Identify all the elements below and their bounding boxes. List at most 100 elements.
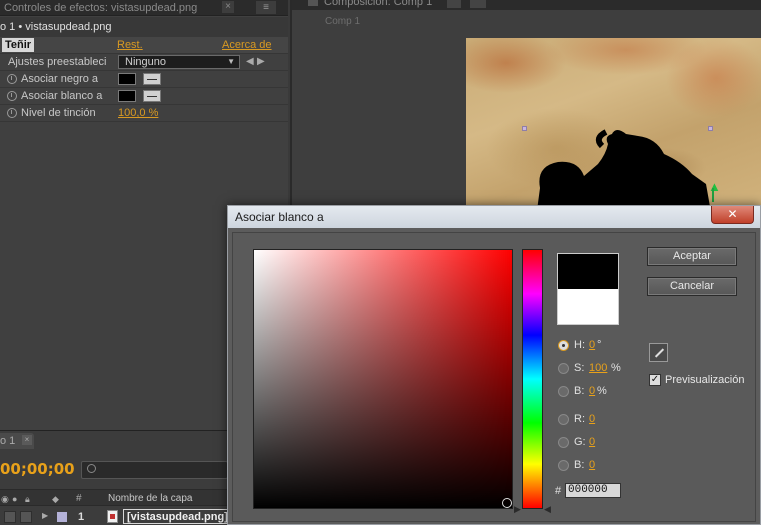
layer-name[interactable]: [vistasupdead.png] bbox=[123, 509, 232, 524]
eyedropper-icon[interactable] bbox=[649, 343, 668, 362]
panel-menu-icon[interactable] bbox=[470, 0, 486, 8]
lock-icon[interactable]: 🔒︎ bbox=[25, 494, 30, 505]
image-file-icon bbox=[107, 510, 118, 523]
stopwatch-icon[interactable] bbox=[7, 91, 17, 101]
dialog-body: ▶ ◀ H: 0 ° S: 100 % B: 0 % R: 0 G: 0 B: … bbox=[232, 232, 756, 522]
red-label: R: bbox=[574, 413, 585, 425]
saturation-value[interactable]: 100 bbox=[589, 362, 607, 374]
timeline-panel: o 1 × 00;00;00 ◉ ● 🔒︎ ◆ # Nombre de la c… bbox=[0, 430, 232, 525]
composition-viewer[interactable]: ▲ bbox=[466, 38, 761, 218]
presets-dropdown[interactable]: Ninguno ▼ bbox=[118, 55, 240, 69]
map-white-row: Asociar blanco a bbox=[0, 88, 288, 105]
red-value[interactable]: 0 bbox=[589, 413, 595, 425]
eye-icon[interactable]: ◉ bbox=[1, 494, 9, 505]
presets-row: Ajustes preestableci Ninguno ▼ ◀ ▶ bbox=[0, 54, 288, 71]
hue-label: H: bbox=[574, 339, 585, 351]
brightness-label: B: bbox=[574, 385, 585, 397]
previous-preset-icon[interactable]: ◀ bbox=[246, 56, 254, 67]
green-label: G: bbox=[574, 436, 586, 448]
brightness-value[interactable]: 0 bbox=[589, 385, 595, 397]
hex-input[interactable]: 000000 bbox=[565, 483, 621, 498]
map-black-label: Asociar negro a bbox=[21, 73, 99, 85]
saturation-brightness-field[interactable] bbox=[253, 249, 513, 509]
hex-label: # bbox=[555, 485, 562, 497]
map-black-swatch[interactable] bbox=[118, 73, 136, 85]
cancel-button[interactable]: Cancelar bbox=[647, 277, 737, 296]
green-value[interactable]: 0 bbox=[589, 436, 595, 448]
stopwatch-icon[interactable] bbox=[7, 108, 17, 118]
color-field-cursor[interactable] bbox=[502, 498, 512, 508]
presets-selected-value: Ninguno bbox=[125, 56, 166, 68]
tint-amount-row: Nivel de tinción 100,0 % bbox=[0, 105, 288, 122]
tint-amount-label: Nivel de tinción bbox=[21, 107, 96, 119]
eyedropper-icon[interactable] bbox=[143, 73, 161, 85]
accept-button[interactable]: Aceptar bbox=[647, 247, 737, 266]
new-color-swatch bbox=[557, 253, 619, 289]
presets-label: Ajustes preestableci bbox=[8, 56, 107, 68]
effect-row-tint: Teñir Rest. Acerca de bbox=[0, 37, 288, 54]
dialog-titlebar[interactable]: Asociar blanco a ✕ bbox=[228, 206, 760, 228]
stopwatch-icon[interactable] bbox=[7, 74, 17, 84]
close-button[interactable]: ✕ bbox=[711, 206, 754, 224]
eyedropper-icon[interactable] bbox=[143, 90, 161, 102]
chevron-down-icon[interactable] bbox=[447, 0, 461, 8]
green-radio[interactable] bbox=[558, 437, 569, 448]
color-picker-dialog: Asociar blanco a ✕ ▶ ◀ H: 0 ° S: 100 % B… bbox=[227, 205, 761, 525]
y-axis-arrow-icon[interactable]: ▲ bbox=[708, 180, 721, 193]
layer-number-column: # bbox=[76, 493, 82, 504]
original-color-swatch[interactable] bbox=[557, 289, 619, 325]
chevron-down-icon: ▼ bbox=[227, 57, 235, 66]
layer-handle[interactable] bbox=[522, 126, 527, 131]
preview-label: Previsualización bbox=[665, 374, 745, 386]
hue-radio[interactable] bbox=[558, 340, 569, 351]
composition-tab[interactable]: Composición: Comp 1 bbox=[292, 0, 761, 10]
reset-link[interactable]: Rest. bbox=[117, 39, 143, 51]
close-icon[interactable]: × bbox=[22, 435, 32, 445]
hue-slider[interactable] bbox=[522, 249, 543, 509]
brightness-unit: % bbox=[597, 385, 607, 397]
tint-amount-value[interactable]: 100,0 % bbox=[118, 107, 158, 119]
blue-label: B: bbox=[574, 459, 585, 471]
effect-controls-layer-path: o 1 • vistasupdead.png bbox=[0, 17, 288, 37]
audio-icon[interactable]: ● bbox=[12, 494, 17, 504]
hue-slider-left-handle[interactable]: ▶ bbox=[514, 504, 521, 515]
brightness-radio[interactable] bbox=[558, 386, 569, 397]
label-tag-icon[interactable]: ◆ bbox=[52, 494, 59, 505]
dialog-title: Asociar blanco a bbox=[235, 210, 324, 224]
timeline-tab-label: o 1 bbox=[0, 435, 16, 447]
lock-icon[interactable] bbox=[308, 0, 318, 6]
saturation-radio[interactable] bbox=[558, 363, 569, 374]
timeline-search-input[interactable] bbox=[81, 461, 228, 479]
hue-slider-right-handle[interactable]: ◀ bbox=[544, 504, 551, 515]
panel-menu-icon[interactable]: ≡ bbox=[256, 1, 276, 14]
layer-name-column[interactable]: Nombre de la capa bbox=[108, 493, 193, 504]
layer-label-color[interactable] bbox=[57, 512, 67, 522]
layer-handle[interactable] bbox=[708, 126, 713, 131]
timeline-tab[interactable]: o 1 × bbox=[0, 433, 34, 449]
timeline-column-header: ◉ ● 🔒︎ ◆ # Nombre de la capa bbox=[0, 489, 228, 506]
close-icon[interactable]: × bbox=[222, 1, 234, 13]
about-link[interactable]: Acerca de bbox=[222, 39, 272, 51]
composition-breadcrumb[interactable]: Comp 1 bbox=[325, 16, 360, 27]
visibility-toggle[interactable] bbox=[4, 511, 16, 523]
layer-number: 1 bbox=[78, 511, 85, 523]
current-timecode[interactable]: 00;00;00 bbox=[0, 460, 75, 478]
y-axis-arrow-stem bbox=[712, 188, 714, 202]
search-icon bbox=[87, 464, 96, 473]
blue-value[interactable]: 0 bbox=[589, 459, 595, 471]
solo-toggle[interactable] bbox=[20, 511, 32, 523]
next-preset-icon[interactable]: ▶ bbox=[257, 56, 265, 67]
preview-checkbox[interactable]: ✓ bbox=[649, 374, 661, 386]
hue-value[interactable]: 0 bbox=[589, 339, 595, 351]
map-white-swatch[interactable] bbox=[118, 90, 136, 102]
map-white-label: Asociar blanco a bbox=[21, 90, 103, 102]
timeline-layer-row[interactable]: ▶ 1 [vistasupdead.png] bbox=[0, 508, 232, 525]
expand-triangle-icon[interactable]: ▶ bbox=[42, 511, 48, 520]
effect-controls-tab[interactable]: Controles de efectos: vistasupdead.png ×… bbox=[0, 0, 288, 16]
saturation-label: S: bbox=[574, 362, 585, 374]
effect-name[interactable]: Teñir bbox=[2, 38, 35, 52]
red-radio[interactable] bbox=[558, 414, 569, 425]
blue-radio[interactable] bbox=[558, 460, 569, 471]
saturation-unit: % bbox=[611, 362, 621, 374]
effect-controls-tab-title: Controles de efectos: vistasupdead.png bbox=[4, 2, 198, 14]
